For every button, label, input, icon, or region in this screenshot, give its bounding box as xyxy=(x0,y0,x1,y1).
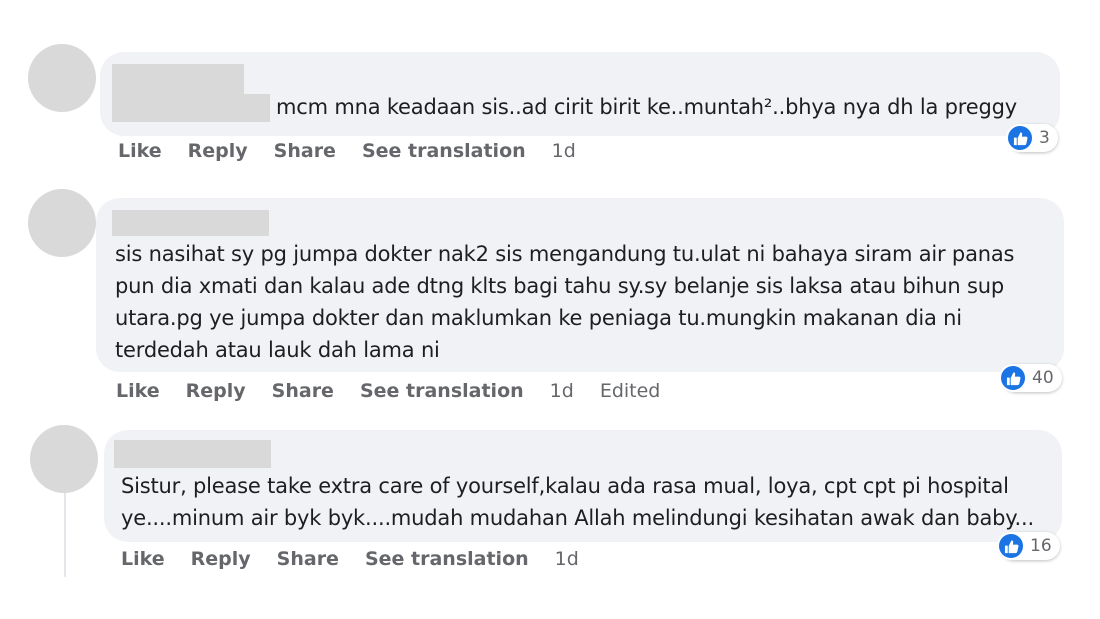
see-translation-link[interactable]: See translation xyxy=(365,548,529,570)
comment-actions: Like Reply Share See translation 1d xyxy=(118,140,576,162)
reaction-count[interactable]: 40 xyxy=(999,364,1062,392)
comment-text-line: ye....minum air byk byk....mudah mudahan… xyxy=(121,506,1034,530)
avatar[interactable] xyxy=(28,189,96,257)
comment-text-line: pun dia xmati dan kalau ade dtng klts ba… xyxy=(115,274,1004,298)
reaction-count-label: 3 xyxy=(1039,128,1050,148)
redacted-author-name xyxy=(114,440,271,468)
like-button[interactable]: Like xyxy=(121,548,165,570)
thumbs-up-icon xyxy=(1006,124,1034,152)
share-button[interactable]: Share xyxy=(274,140,336,162)
like-button[interactable]: Like xyxy=(116,380,160,402)
timestamp[interactable]: 1d xyxy=(555,548,579,570)
reaction-count[interactable]: 3 xyxy=(1006,124,1058,152)
avatar[interactable] xyxy=(30,425,98,493)
comment-text-line: Sistur, please take extra care of yourse… xyxy=(121,474,1009,498)
redacted-author-name xyxy=(112,64,244,94)
comment-text-line: sis nasihat sy pg jumpa dokter nak2 sis … xyxy=(115,242,1015,266)
timestamp[interactable]: 1d xyxy=(550,380,574,402)
comment-text: mcm mna keadaan sis..ad cirit birit ke..… xyxy=(276,95,1017,119)
avatar[interactable] xyxy=(28,44,96,112)
like-button[interactable]: Like xyxy=(118,140,162,162)
reaction-count-label: 40 xyxy=(1032,368,1054,388)
comment-actions: Like Reply Share See translation 1d Edit… xyxy=(116,380,660,402)
comment-text-line: terdedah atau lauk dah lama ni xyxy=(115,338,440,362)
thumbs-up-icon xyxy=(997,532,1025,560)
comment-text-line: utara.pg ye jumpa dokter dan maklumkan k… xyxy=(115,306,962,330)
share-button[interactable]: Share xyxy=(277,548,339,570)
reply-thread-line xyxy=(64,493,66,577)
see-translation-link[interactable]: See translation xyxy=(362,140,526,162)
reaction-count-label: 16 xyxy=(1030,536,1052,556)
thumbs-up-icon xyxy=(999,364,1027,392)
reply-button[interactable]: Reply xyxy=(186,380,246,402)
see-translation-link[interactable]: See translation xyxy=(360,380,524,402)
share-button[interactable]: Share xyxy=(272,380,334,402)
timestamp[interactable]: 1d xyxy=(552,140,576,162)
redacted-author-name xyxy=(112,210,269,236)
comment-actions: Like Reply Share See translation 1d xyxy=(121,548,579,570)
reply-button[interactable]: Reply xyxy=(191,548,251,570)
redacted-author-name-tail xyxy=(112,94,270,122)
edited-label[interactable]: Edited xyxy=(600,380,661,402)
reply-button[interactable]: Reply xyxy=(188,140,248,162)
reaction-count[interactable]: 16 xyxy=(997,532,1060,560)
